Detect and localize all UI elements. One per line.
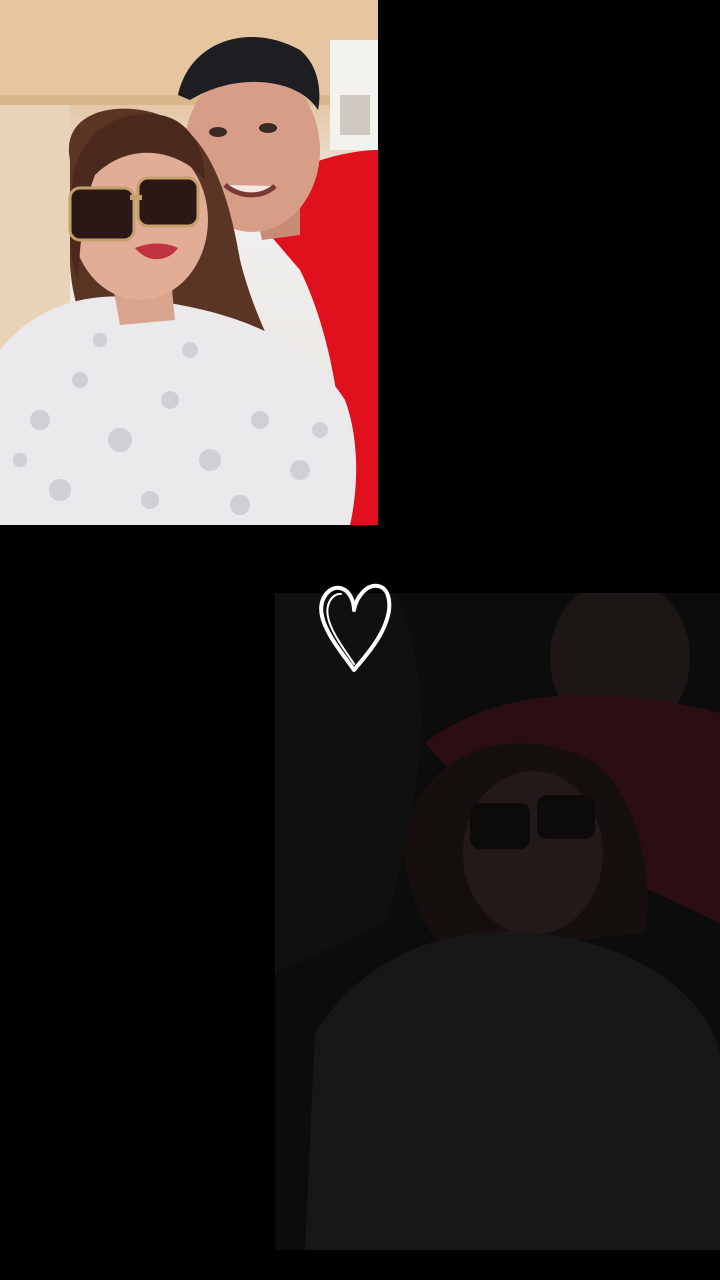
couple-selfie-photo-dark — [275, 593, 720, 1250]
heart-outline-icon — [316, 580, 394, 676]
story-canvas — [0, 0, 720, 1280]
couple-selfie-photo — [0, 0, 378, 525]
